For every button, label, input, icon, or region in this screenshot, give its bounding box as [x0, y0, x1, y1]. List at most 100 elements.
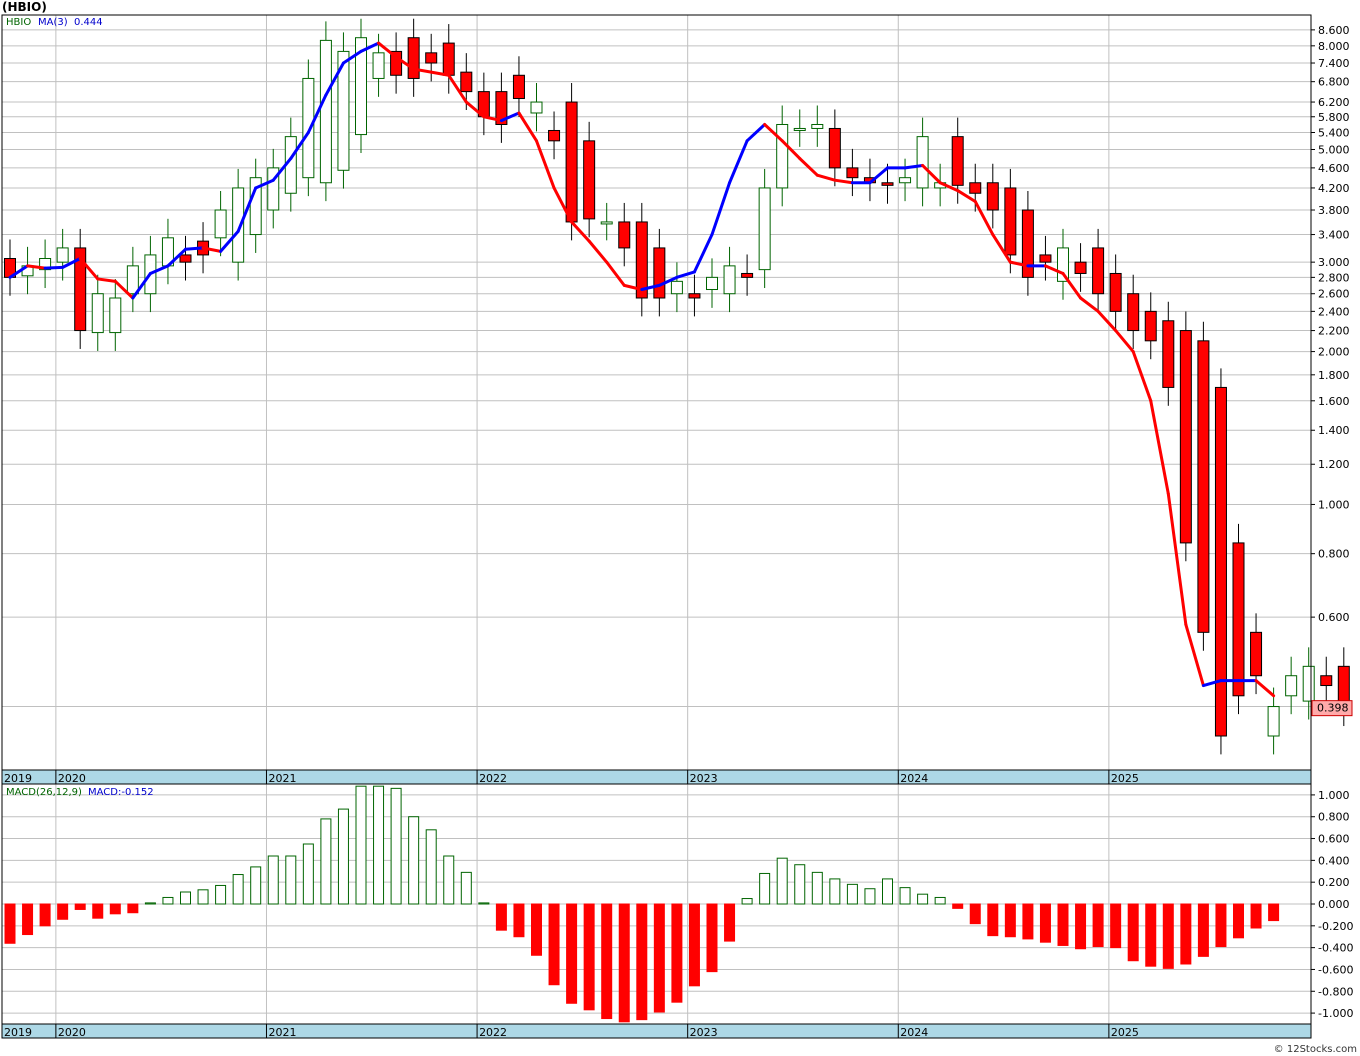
- candle-down: [688, 293, 701, 299]
- macd-bar-negative: [601, 903, 613, 1020]
- price-tick-label: 7.400: [1318, 57, 1350, 70]
- candle-up: [600, 221, 613, 225]
- macd-tick-label: 0.200: [1318, 876, 1350, 889]
- candle-down: [425, 52, 438, 64]
- candle-down: [548, 129, 561, 142]
- macd-bar-negative: [1092, 903, 1104, 948]
- macd-bar-negative: [969, 903, 981, 925]
- macd-legend-value: MACD:-0.152: [88, 787, 154, 798]
- macd-bar-positive: [776, 857, 788, 905]
- macd-bar-negative: [671, 903, 683, 1003]
- candle-down: [442, 42, 455, 76]
- price-tick-label: 6.200: [1318, 96, 1350, 109]
- macd-bar-positive: [355, 785, 367, 905]
- macd-bar-positive: [302, 843, 314, 905]
- macd-bar-negative: [688, 903, 700, 987]
- macd-legend-label: MACD(26,12,9): [6, 787, 82, 798]
- macd-bar-negative: [1162, 903, 1174, 969]
- last-price-label: 0.398: [1317, 702, 1349, 715]
- candle-down: [1109, 272, 1122, 312]
- year-label: 2025: [1111, 772, 1139, 785]
- macd-bar-positive: [759, 872, 771, 905]
- candle-down: [618, 221, 631, 249]
- macd-bar-negative: [4, 903, 16, 944]
- candle-down: [635, 221, 648, 299]
- macd-bar-negative: [987, 903, 999, 937]
- candle-down: [1004, 187, 1017, 256]
- candle-down: [1074, 261, 1087, 274]
- candle-up: [776, 123, 789, 189]
- macd-bar-positive: [917, 893, 929, 905]
- candle-up: [1267, 706, 1280, 737]
- candle-down: [741, 272, 754, 278]
- candle-down: [1250, 631, 1263, 677]
- price-tick-label: 3.400: [1318, 229, 1350, 242]
- price-tick-label: 1.600: [1318, 395, 1350, 408]
- macd-tick-label: -0.400: [1318, 942, 1353, 955]
- candle-down: [1179, 330, 1192, 544]
- candle-down: [1039, 254, 1052, 263]
- macd-bar-negative: [583, 903, 595, 1011]
- candle-up: [811, 123, 824, 129]
- macd-bar-negative: [706, 903, 718, 973]
- macd-bar-negative: [1127, 903, 1139, 962]
- candle-up: [372, 52, 385, 79]
- macd-bar-negative: [1215, 903, 1227, 948]
- price-tick-label: 5.400: [1318, 127, 1350, 140]
- candle-up: [109, 297, 122, 334]
- year-label: 2024: [900, 772, 928, 785]
- candle-down: [179, 254, 192, 263]
- macd-bar-positive: [829, 878, 841, 905]
- macd-bar-negative: [1057, 903, 1069, 946]
- macd-bar-negative: [566, 903, 578, 1004]
- candle-down: [1092, 247, 1105, 295]
- macd-tick-label: 0.600: [1318, 833, 1350, 846]
- candle-down: [407, 37, 420, 79]
- year-label: 2025: [1111, 1026, 1139, 1039]
- candle-down: [969, 182, 982, 194]
- macd-bar-negative: [92, 903, 104, 919]
- candle-down: [1232, 542, 1245, 697]
- macd-bar-negative: [1250, 903, 1262, 929]
- macd-bar-negative: [22, 903, 34, 936]
- macd-bar-negative: [636, 903, 648, 1021]
- macd-bar-positive: [899, 887, 911, 905]
- macd-bar-negative: [952, 903, 964, 909]
- candle-down: [1162, 320, 1175, 388]
- price-tick-label: 2.800: [1318, 271, 1350, 284]
- ma-line-segment: [184, 246, 205, 251]
- macd-bar-positive: [250, 866, 262, 905]
- candle-down: [986, 182, 999, 211]
- year-label: 2020: [58, 772, 86, 785]
- candle-up: [723, 265, 736, 295]
- macd-tick-label: 0.800: [1318, 811, 1350, 824]
- year-label: 2021: [268, 1026, 296, 1039]
- macd-bar-positive: [794, 864, 806, 905]
- watermark: © 12Stocks.com: [1273, 1044, 1357, 1055]
- macd-bar-negative: [548, 903, 560, 986]
- candle-up: [126, 265, 139, 295]
- macd-bar-positive: [425, 829, 437, 905]
- candle-down: [1197, 340, 1210, 633]
- year-label: 2019: [4, 772, 32, 785]
- macd-bar-negative: [513, 903, 525, 938]
- macd-bar-negative: [74, 903, 86, 910]
- candle-up: [916, 136, 929, 189]
- price-tick-label: 5.000: [1318, 143, 1350, 156]
- price-tick-label: 4.200: [1318, 182, 1350, 195]
- price-legend-ticker: HBIO: [6, 17, 31, 28]
- macd-bar-positive: [390, 787, 402, 905]
- price-tick-label: 8.000: [1318, 40, 1350, 53]
- macd-tick-label: 0.000: [1318, 898, 1350, 911]
- macd-bar-positive: [180, 891, 191, 905]
- macd-bar-negative: [1145, 903, 1157, 967]
- macd-bar-negative: [1039, 903, 1051, 943]
- ma-line-segment: [43, 265, 65, 270]
- year-label: 2023: [690, 772, 718, 785]
- price-legend-ma-value: 0.444: [74, 17, 103, 28]
- macd-bar-positive: [811, 871, 823, 905]
- macd-tick-label: 1.000: [1318, 789, 1350, 802]
- macd-bar-positive: [408, 816, 420, 905]
- price-tick-label: 6.800: [1318, 76, 1350, 89]
- macd-bar-negative: [1004, 903, 1016, 938]
